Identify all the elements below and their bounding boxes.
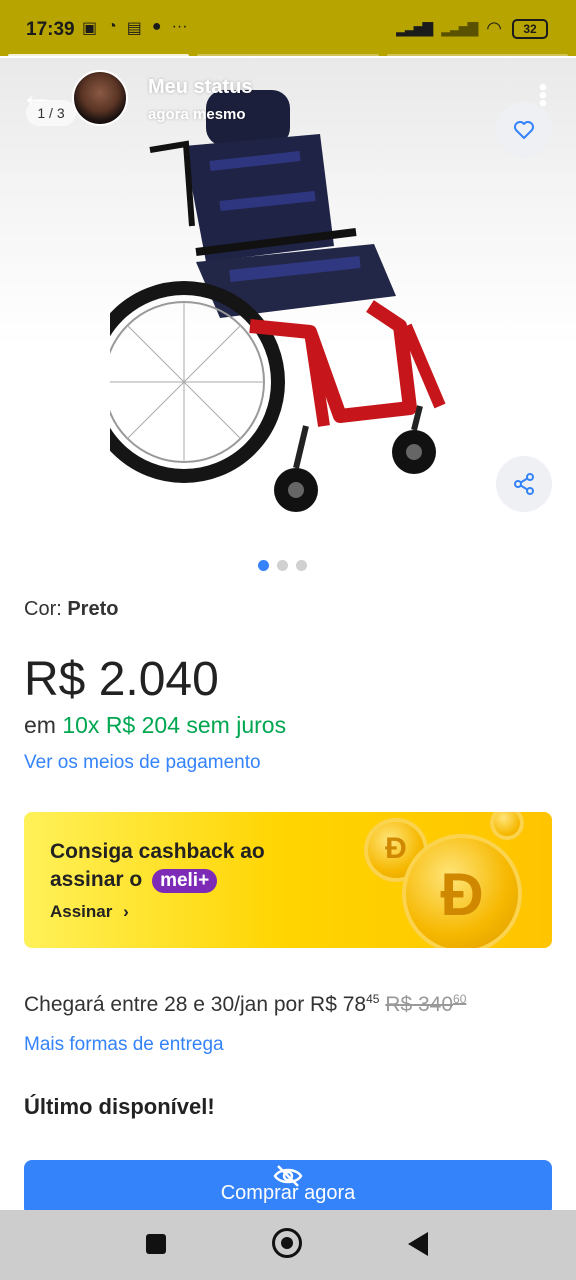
share-icon [514,473,534,495]
meli-plus-badge: meli+ [152,869,218,893]
chat-icon: ● [151,18,162,35]
share-button[interactable] [496,456,552,512]
app-icon: ▤ [126,20,142,37]
price: R$ 2.040 [24,653,219,706]
home-button[interactable] [272,1228,302,1258]
image-counter: 1 / 3 [26,100,76,126]
delivery-options-link[interactable]: Mais formas de entrega [24,1034,224,1056]
delivery-price-cents: 45 [366,992,380,1006]
whatsapp-icon: ◔ [107,18,117,35]
more-notifications-icon: ··· [171,18,188,35]
wifi-icon: ◠ [486,18,502,38]
stock-status: Último disponível! [24,1094,215,1119]
pagination-dot-active[interactable] [258,560,269,571]
subscribe-link[interactable]: Assinar › [50,902,129,922]
gallery-pagination [258,560,307,571]
coin-icon: Ð [402,834,522,948]
eye-off-icon[interactable] [272,1160,304,1192]
avatar[interactable] [72,70,128,126]
old-price-cents: 60 [453,992,467,1006]
signal-2-icon: ▂▃▅▇ [441,20,478,36]
system-icons: ▂▃▅▇ ▂▃▅▇ ◠ 32 [396,18,548,39]
nfc-icon: ▣ [82,20,98,37]
recents-button[interactable] [146,1234,166,1254]
chevron-right-icon: › [123,902,129,921]
old-price-int: R$ 340 [385,993,454,1016]
navigation-bar [0,1210,576,1280]
payment-methods-link[interactable]: Ver os meios de pagamento [24,752,261,774]
delivery-price: R$ 78 [310,993,367,1016]
color-value: Preto [67,598,119,620]
delivery-text: Chegará entre 28 e 30/jan por [24,993,311,1016]
notification-icons: ▣ ◔ ▤ ● ··· [82,18,188,38]
story-title: Meu status [148,76,253,98]
banner-title-line2: assinar o meli+ [50,868,218,893]
color-selector[interactable]: Cor: Preto [24,598,118,621]
subscribe-label: Assinar [50,902,113,921]
installments: em 10x R$ 204 sem juros [24,712,286,739]
battery-icon: 32 [512,18,548,39]
pagination-dot[interactable] [296,560,307,571]
installments-value: 10x R$ 204 sem juros [62,712,287,738]
installments-prefix: em [24,712,63,738]
status-bar: 17:39 ▣ ◔ ▤ ● ··· ▂▃▅▇ ▂▃▅▇ ◠ 32 [0,0,576,56]
pagination-dot[interactable] [277,560,288,571]
clock: 17:39 [26,19,75,40]
back-button[interactable] [408,1232,428,1256]
banner-title-line1: Consiga cashback ao [50,840,265,863]
delivery-old-price: R$ 34060 [385,992,467,1016]
product-image-wheelchair [110,90,446,512]
story-time: agora mesmo [148,106,246,123]
color-label: Cor: [24,598,68,620]
banner-text: assinar o [50,868,143,891]
delivery-info: Chegará entre 28 e 30/jan por R$ 7845 R$… [24,992,466,1017]
favorite-button[interactable] [496,102,552,158]
signal-icon: ▂▃▅▇ [396,20,433,36]
cashback-banner[interactable]: Consiga cashback ao assinar o meli+ Assi… [24,812,552,948]
coin-icon [490,812,524,840]
heart-icon [514,121,534,139]
